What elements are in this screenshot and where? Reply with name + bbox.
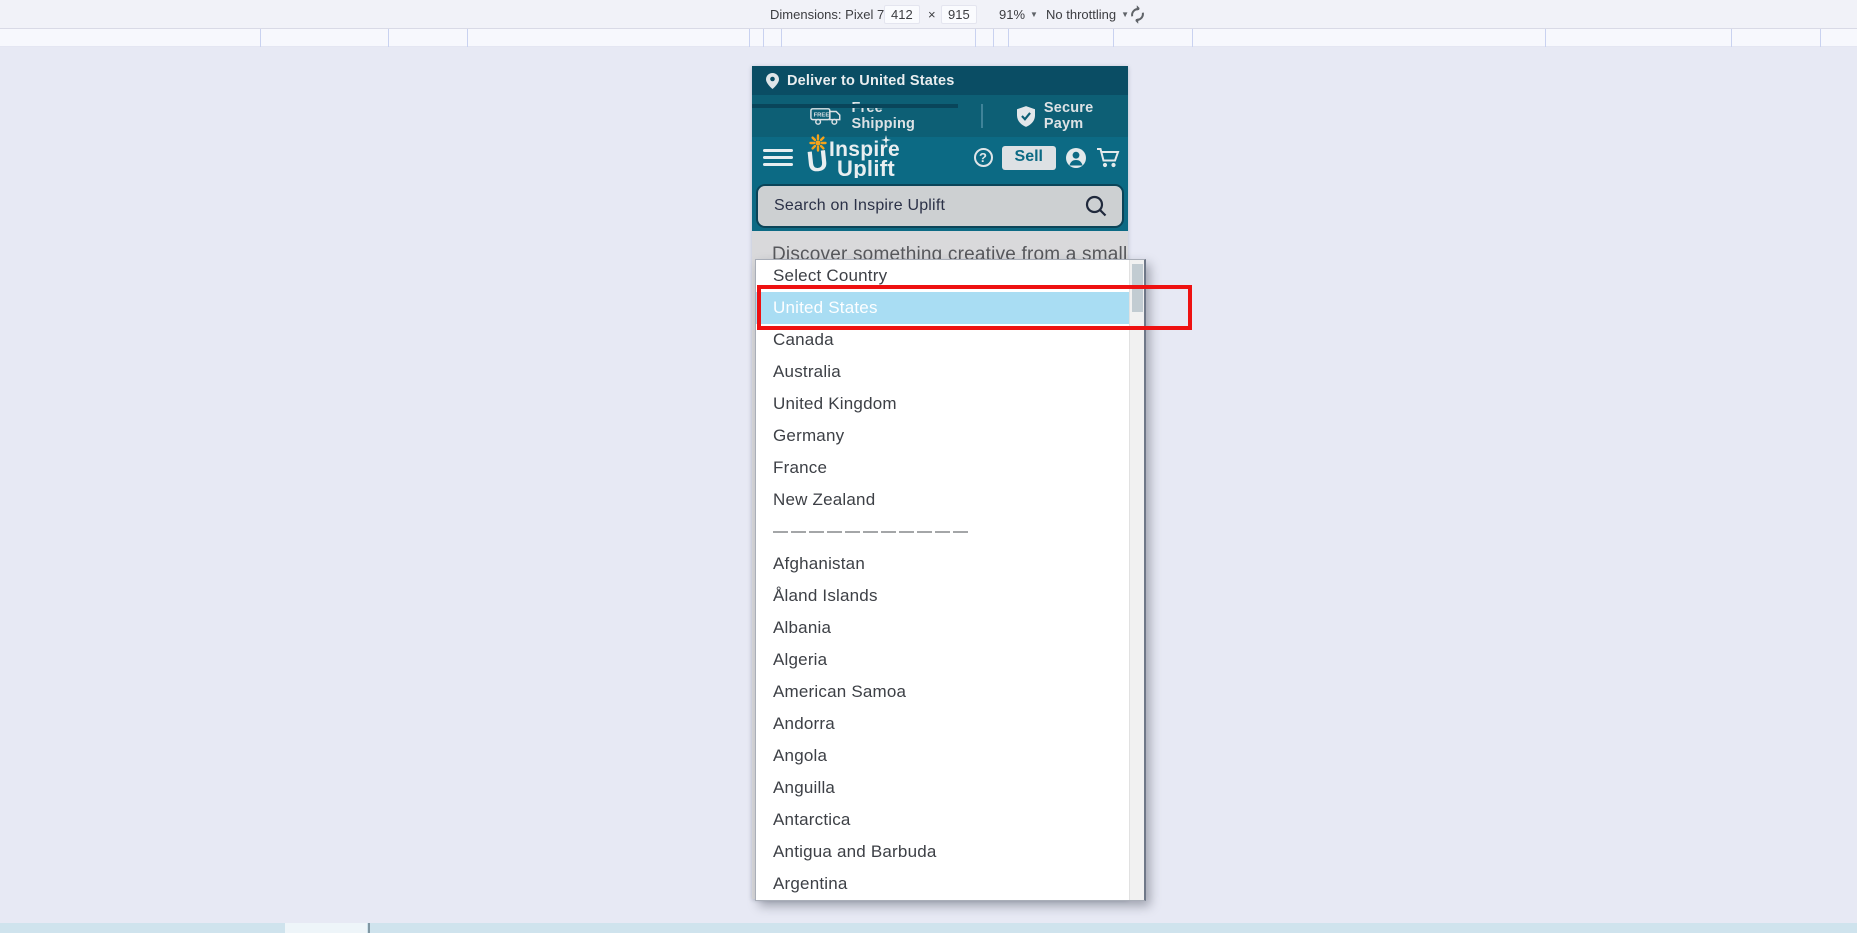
country-option[interactable]: United Kingdom (756, 388, 1129, 420)
search-input[interactable]: Search on Inspire Uplift (756, 184, 1124, 228)
bottom-scrollbar[interactable] (0, 923, 1857, 933)
secure-payment-label: Secure Paym (1044, 100, 1128, 132)
zoom-dropdown[interactable]: 91% ▼ (999, 0, 1038, 28)
device-preset-value: Pixel 7 (845, 7, 884, 22)
usp-carousel[interactable]: FREE Free Shipping Secure Paym (752, 95, 1128, 137)
country-option[interactable]: Anguilla (756, 772, 1129, 804)
country-option[interactable]: Åland Islands (756, 580, 1129, 612)
free-shipping-truck-icon: FREE (810, 105, 842, 127)
usp-divider (981, 104, 983, 128)
country-option-separator: ——————————— (756, 516, 1129, 548)
zoom-value: 91% (999, 7, 1025, 22)
help-button[interactable]: ? (974, 148, 993, 167)
country-option[interactable]: Andorra (756, 708, 1129, 740)
location-pin-icon (766, 73, 779, 89)
country-option[interactable]: France (756, 452, 1129, 484)
annotation-highlight-box (757, 285, 1192, 330)
country-option[interactable]: Antigua and Barbuda (756, 836, 1129, 868)
chevron-down-icon: ▼ (1030, 10, 1038, 19)
hamburger-menu-button[interactable] (763, 145, 793, 170)
inspire-uplift-logo[interactable]: U Inspire Uplift (807, 137, 925, 178)
dimensions-times-symbol: × (928, 0, 936, 28)
site-header: U Inspire Uplift ? Sell (752, 137, 1128, 178)
throttling-dropdown[interactable]: No throttling ▼ (1046, 0, 1129, 28)
search-bar-row: Search on Inspire Uplift (752, 178, 1128, 231)
deliver-bar[interactable]: Deliver to United States (752, 66, 1128, 95)
cart-icon[interactable] (1096, 147, 1120, 169)
country-option[interactable]: Argentina (756, 868, 1129, 900)
country-option[interactable]: Angola (756, 740, 1129, 772)
country-option[interactable]: Algeria (756, 644, 1129, 676)
viewport-width-field[interactable]: 412 (884, 0, 920, 28)
country-option[interactable]: Afghanistan (756, 548, 1129, 580)
throttling-value: No throttling (1046, 7, 1116, 22)
logo-u-mark: U (805, 145, 829, 180)
device-preset-dropdown[interactable]: Dimensions: Pixel 7 ▼ (770, 0, 897, 28)
country-option[interactable]: New Zealand (756, 484, 1129, 516)
bottom-scrollbar-thumb[interactable] (285, 923, 367, 933)
secure-payment-shield-icon (1017, 105, 1035, 128)
rotate-viewport-button[interactable] (1128, 0, 1147, 28)
devtools-media-ruler (0, 29, 1857, 47)
country-option[interactable]: Australia (756, 356, 1129, 388)
usp-scroll-indicator (752, 104, 958, 108)
sell-button[interactable]: Sell (1002, 146, 1056, 170)
rotate-icon (1124, 1, 1151, 28)
country-option[interactable]: American Samoa (756, 676, 1129, 708)
help-icon: ? (979, 150, 987, 165)
devtools-toolbar: Dimensions: Pixel 7 ▼ 412 × 915 91% ▼ No… (0, 0, 1857, 29)
country-option[interactable]: Albania (756, 612, 1129, 644)
country-option[interactable]: Germany (756, 420, 1129, 452)
bottom-scrollbar-divider (368, 923, 370, 933)
account-icon[interactable] (1065, 147, 1087, 169)
search-placeholder: Search on Inspire Uplift (774, 197, 1084, 215)
svg-text:FREE: FREE (814, 112, 830, 118)
viewport-height-field[interactable]: 915 (941, 0, 977, 28)
deliver-text: Deliver to United States (787, 73, 955, 89)
dropdown-scrollbar[interactable] (1129, 260, 1144, 900)
country-select-popup: Select Country United States Canada Aust… (755, 259, 1146, 901)
dimensions-label: Dimensions: (770, 7, 842, 22)
search-icon[interactable] (1084, 194, 1108, 218)
country-option[interactable]: Antarctica (756, 804, 1129, 836)
